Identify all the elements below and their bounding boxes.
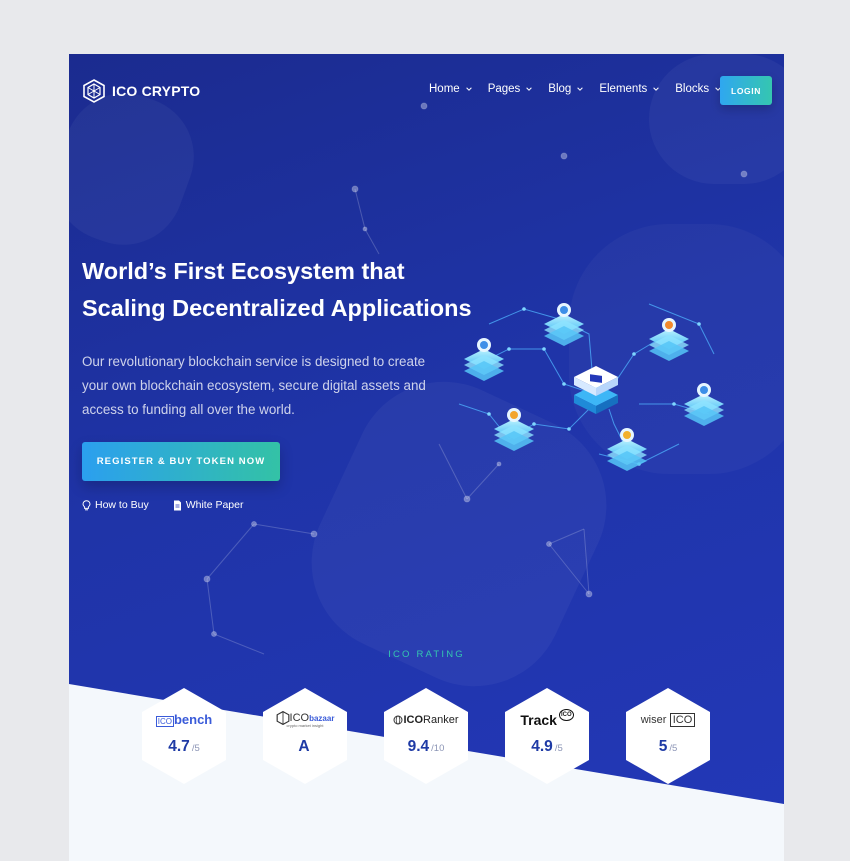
logo-part: bazaar — [309, 714, 335, 723]
icobazaar-logo: ICObazaar crypto market insight — [263, 710, 347, 728]
score-value: 4.9 — [531, 738, 553, 755]
nav-item-label: Blog — [548, 83, 572, 95]
hero-title-line: World’s First Ecosystem that — [82, 258, 405, 284]
register-buy-token-button[interactable]: REGISTER & BUY TOKEN NOW — [82, 442, 280, 481]
hero-description-line: access to funding all over the world. — [82, 402, 295, 417]
hero-links: How to Buy White Paper — [82, 499, 243, 511]
score-value: 5 — [658, 738, 668, 755]
how-to-buy-link[interactable]: How to Buy — [82, 499, 149, 511]
hero-description-line: your own blockchain ecosystem, secure di… — [82, 378, 426, 393]
main-menu: Home Pages Blog Elements Blocks — [429, 83, 737, 95]
ico-rating-heading: ICO RATING — [388, 649, 465, 660]
hexagon-logo-icon — [83, 79, 105, 103]
score-scale: /5 — [554, 743, 563, 754]
chevron-down-icon — [653, 87, 660, 91]
brand-name: ICO CRYPTO — [112, 83, 201, 99]
white-paper-link[interactable]: White Paper — [173, 499, 244, 511]
login-button[interactable]: LOGIN — [720, 76, 772, 105]
wiserico-logo: wiser ICO — [626, 712, 710, 727]
rating-score: 9.4/10 — [384, 738, 468, 756]
white-paper-label: White Paper — [185, 499, 244, 511]
logo-part: ICO — [155, 716, 174, 727]
score-scale: /5 — [669, 743, 678, 754]
logo-part: bench — [173, 712, 213, 727]
icobench-logo: ICO bench — [142, 712, 226, 727]
score-value: A — [298, 738, 310, 755]
hero-description-line: Our revolutionary blockchain service is … — [82, 354, 426, 369]
trackico-logo: Track ICO — [505, 709, 589, 728]
chevron-down-icon — [526, 87, 533, 91]
score-value: 9.4 — [407, 738, 430, 755]
chevron-down-icon — [465, 87, 472, 91]
blockchain-network-illustration — [458, 303, 724, 471]
logo-part: ICO — [558, 709, 574, 721]
document-icon — [173, 500, 181, 510]
nav-item-label: Home — [429, 83, 460, 95]
score-scale: /10 — [431, 743, 445, 754]
nav-item-home[interactable]: Home — [429, 83, 473, 95]
rating-score: 5/5 — [626, 738, 710, 756]
nav-item-blog[interactable]: Blog — [548, 83, 584, 95]
icoranker-logo: ICORanker — [384, 712, 468, 726]
logo-part: wiser — [640, 714, 667, 726]
nav-item-blocks[interactable]: Blocks — [675, 83, 722, 95]
nav-item-pages[interactable]: Pages — [488, 83, 534, 95]
rating-score: A — [263, 738, 347, 756]
nav-item-elements[interactable]: Elements — [599, 83, 660, 95]
rating-score: 4.7/5 — [142, 738, 226, 756]
logo-part: Ranker — [423, 714, 459, 726]
score-scale: /5 — [191, 743, 200, 754]
logo-part: Track — [520, 712, 557, 728]
page-frame: ICO CRYPTO Home Pages Blog Elements Bloc… — [69, 54, 784, 861]
globe-icon — [393, 715, 403, 725]
logo-part: ICO — [669, 713, 696, 727]
lightbulb-icon — [82, 499, 91, 510]
hero-description: Our revolutionary blockchain service is … — [82, 350, 432, 422]
how-to-buy-label: How to Buy — [95, 499, 149, 511]
hero-title: World’s First Ecosystem that Scaling Dec… — [82, 253, 502, 327]
chevron-down-icon — [577, 87, 584, 91]
nav-item-label: Elements — [599, 83, 648, 95]
hero-title-line: Scaling Decentralized Applications — [82, 295, 472, 321]
logo-part: ICO — [403, 714, 424, 726]
top-navbar: ICO CRYPTO Home Pages Blog Elements Bloc… — [69, 54, 784, 128]
rating-score: 4.9/5 — [505, 738, 589, 756]
brand-logo[interactable]: ICO CRYPTO — [82, 79, 200, 103]
nav-item-label: Pages — [487, 83, 521, 95]
nav-item-label: Blocks — [675, 83, 710, 95]
score-value: 4.7 — [168, 738, 190, 755]
